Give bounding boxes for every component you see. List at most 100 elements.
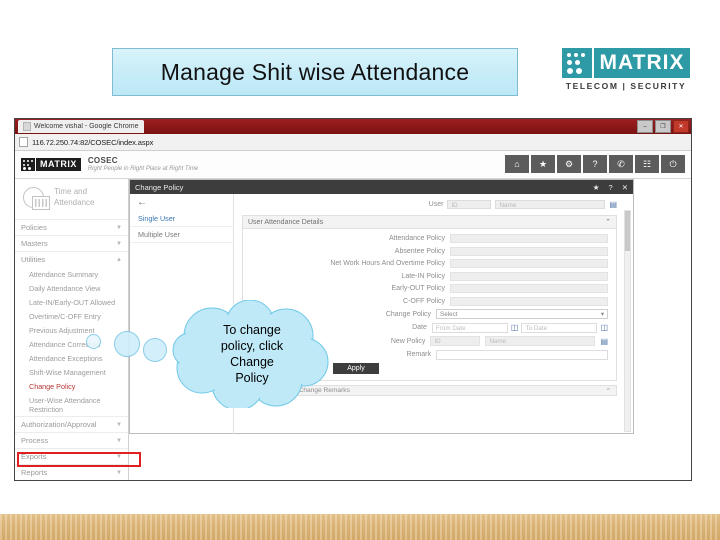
panel-heading-text: User Attendance Details (248, 218, 324, 226)
chevron-down-icon: ▼ (116, 437, 122, 444)
phone-icon[interactable]: ✆ (609, 155, 633, 173)
matrix-logo-word: MATRIX (594, 48, 690, 78)
new-policy-name-input[interactable]: Name (485, 336, 596, 346)
field-row-attendance-policy: Attendance Policy (247, 234, 608, 243)
report-icon[interactable]: ☷ (635, 155, 659, 173)
tab-single-user[interactable]: Single User (130, 211, 233, 227)
date-label: Date (412, 324, 427, 331)
time-attendance-icon (23, 187, 50, 210)
close-button[interactable]: ✕ (673, 120, 689, 133)
sidebar-module-label: Time and Attendance (54, 187, 95, 207)
dialog-titlebar: Change Policy ★ ? ✕ (130, 180, 633, 194)
chevron-up-icon: ⌃ (605, 219, 611, 226)
sidebar-item-user-wise-attendance-restriction[interactable]: User-Wise Attendance Restriction (15, 393, 128, 416)
sidebar-module: Time and Attendance (15, 179, 128, 219)
calendar-icon[interactable]: ◫ (600, 323, 608, 332)
tab-favicon-icon (23, 122, 31, 131)
page-title-text: Manage Shit wise Attendance (160, 58, 470, 85)
dialog-favorite-icon[interactable]: ★ (593, 183, 600, 192)
sidebar-group-authorization-label: Authorization/Approval (21, 420, 97, 429)
coff-policy-label: C-OFF Policy (403, 297, 445, 305)
sidebar-group-process-label: Process (21, 436, 49, 445)
user-name-input[interactable]: Name (495, 200, 606, 209)
sidebar-item-shift-wise-management[interactable]: Shift-Wise Management (15, 365, 128, 379)
calendar-icon[interactable]: ◫ (511, 323, 519, 332)
dialog-close-icon[interactable]: ✕ (622, 183, 628, 192)
app-product-block: COSEC Right People in Right Place at Rig… (87, 156, 198, 172)
slide: Manage Shit wise Attendance MATRIX TELEC… (0, 0, 720, 540)
callout-line-2: policy, click (220, 339, 284, 353)
browser-address-bar[interactable]: 116.72.250.74:82/COSEC/index.aspx (15, 134, 691, 151)
sidebar-item-attendance-summary[interactable]: Attendance Summary (15, 267, 128, 281)
change-policy-selected-value: Select (440, 310, 458, 318)
sidebar-group-utilities-label: Utilities (21, 255, 46, 264)
dialog-scrollbar-thumb[interactable] (625, 211, 630, 251)
absentee-policy-value (450, 246, 608, 256)
field-row-early-out-policy: Early-OUT Policy (247, 284, 608, 293)
dialog-scrollbar[interactable] (624, 210, 631, 432)
sidebar-item-attendance-exceptions[interactable]: Attendance Exceptions (15, 351, 128, 365)
sidebar-item-change-policy[interactable]: Change Policy (15, 379, 128, 393)
dialog-help-icon[interactable]: ? (609, 183, 613, 192)
user-picker-icon[interactable]: ▤ (609, 200, 617, 209)
change-policy-select[interactable]: Select ▾ (436, 309, 608, 319)
sidebar: Time and Attendance Policies ▼ Masters ▼… (15, 179, 129, 480)
sidebar-group-masters[interactable]: Masters ▼ (15, 235, 128, 251)
panel-header[interactable]: User Attendance Details ⌃ (243, 216, 616, 229)
dialog-title-text: Change Policy (135, 182, 184, 192)
from-date-input[interactable]: From Date (431, 322, 508, 333)
matrix-dots-icon (562, 48, 592, 78)
matrix-logo-row: MATRIX (562, 48, 690, 78)
apply-button[interactable]: Apply (333, 363, 379, 374)
annotation-circle (143, 338, 167, 362)
change-policy-label: Change Policy (385, 310, 431, 318)
remark-label: Remark (406, 351, 431, 358)
absentee-policy-label: Absentee Policy (394, 247, 445, 255)
user-id-input[interactable]: ID (447, 200, 492, 209)
sidebar-item-daily-attendance-view[interactable]: Daily Attendance View (15, 281, 128, 295)
field-row-late-in-policy: Late-IN Policy (247, 271, 608, 281)
matrix-logo: MATRIX TELECOM | SECURITY (562, 48, 690, 94)
chevron-down-icon: ▾ (600, 310, 604, 318)
user-select-row: User ID Name ▤ (234, 194, 633, 215)
app-brand-dots-icon (21, 158, 35, 171)
maximize-button[interactable]: ❐ (655, 120, 671, 133)
chevron-down-icon: ▼ (116, 224, 122, 231)
favorite-icon[interactable]: ★ (531, 155, 555, 173)
sidebar-group-process[interactable]: Process ▼ (15, 432, 128, 448)
sidebar-item-overtime-coff-entry[interactable]: Overtime/C-OFF Entry (15, 309, 128, 323)
sidebar-group-utilities[interactable]: Utilities ▲ (15, 251, 128, 267)
settings-icon[interactable]: ⚙ (557, 155, 581, 173)
minimize-button[interactable]: – (637, 120, 653, 133)
browser-tab[interactable]: Welcome vishal - Google Chrome (18, 120, 144, 133)
new-policy-id-input[interactable]: ID (430, 336, 481, 346)
address-bar-url: 116.72.250.74:82/COSEC/index.aspx (32, 137, 154, 147)
chevron-down-icon: ▼ (116, 240, 122, 247)
back-arrow-icon[interactable]: ← (130, 194, 233, 211)
attendance-policy-label: Attendance Policy (388, 235, 445, 242)
sidebar-group-authorization-approval[interactable]: Authorization/Approval ▼ (15, 416, 128, 432)
new-policy-picker-icon[interactable]: ▤ (600, 337, 608, 346)
dialog-actions: ★ ? ✕ (593, 183, 628, 192)
sidebar-item-previous-adjustment[interactable]: Previous Adjustment (15, 323, 128, 337)
app-brand-word: MATRIX (36, 158, 81, 171)
to-date-input[interactable]: To Date (521, 322, 598, 333)
net-work-hours-overtime-policy-label: Net Work Hours And Overtime Policy (330, 260, 445, 267)
footer-wood-strip (0, 514, 720, 540)
sidebar-item-attendance-correction[interactable]: Attendance Correction (15, 337, 128, 351)
new-policy-label: New Policy (390, 337, 426, 345)
help-icon[interactable]: ? (583, 155, 607, 173)
sidebar-item-late-in-early-out-allowed[interactable]: Late-IN/Early-OUT Allowed (15, 295, 128, 309)
chevron-down-icon: ⌃ (605, 387, 611, 395)
sidebar-group-masters-label: Masters (21, 239, 48, 248)
date-range-group: From Date ◫ To Date ◫ (431, 322, 608, 333)
home-icon[interactable]: ⌂ (505, 155, 529, 173)
tab-multiple-user[interactable]: Multiple User (130, 227, 233, 243)
late-in-policy-label: Late-IN Policy (401, 272, 445, 280)
app-product-name: COSEC (87, 156, 118, 166)
sidebar-group-policies[interactable]: Policies ▼ (15, 219, 128, 235)
callout-line-3: Change (230, 355, 274, 369)
late-in-policy-value (450, 271, 608, 281)
remark-input[interactable] (436, 349, 608, 360)
logout-icon[interactable]: ⏻ (661, 155, 685, 173)
